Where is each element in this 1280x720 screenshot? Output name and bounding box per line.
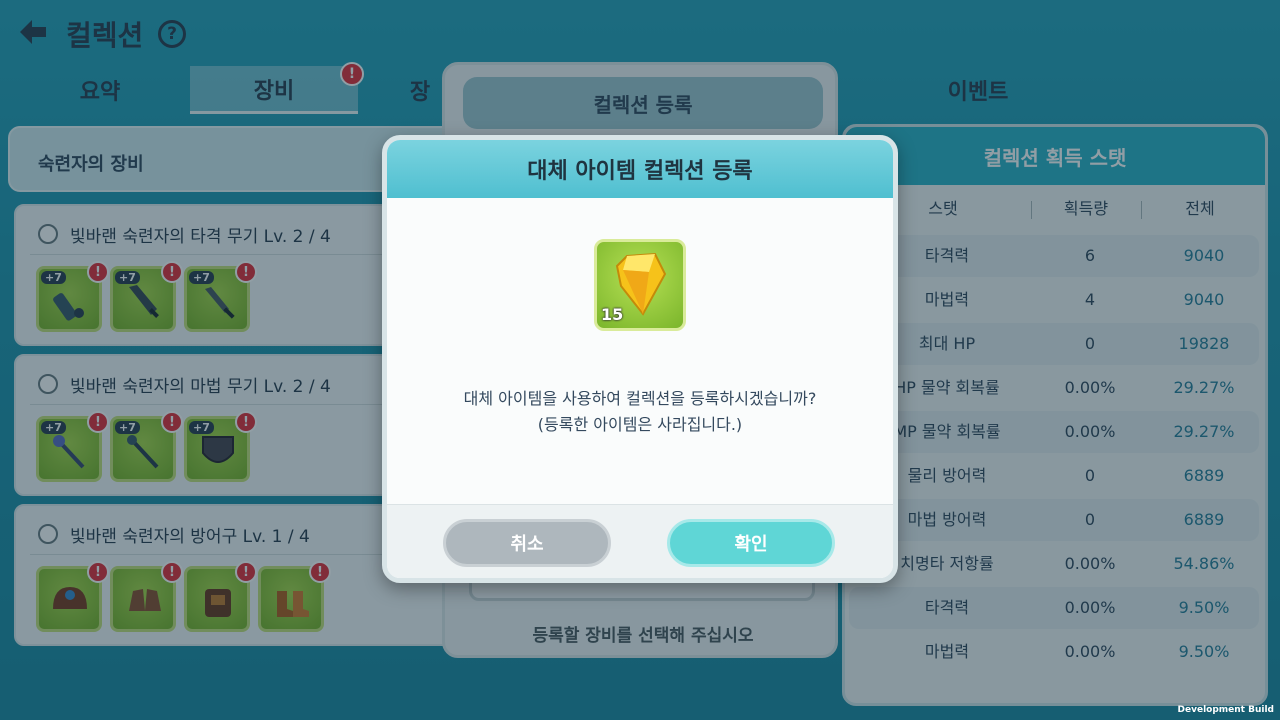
dialog-message: 대체 아이템을 사용하여 컬렉션을 등록하시겠습니까? (등록한 아이템은 사라… xyxy=(387,386,893,438)
dialog-title: 대체 아이템 컬렉션 등록 xyxy=(387,140,893,198)
substitute-item-slot: 15 xyxy=(594,239,686,331)
confirm-dialog: 대체 아이템 컬렉션 등록 15 대체 아이템을 사용하여 컬렉션을 등록하시겠… xyxy=(382,135,898,583)
item-count: 15 xyxy=(601,305,624,324)
dialog-footer: 취소 확인 xyxy=(387,504,893,578)
build-label: Development Build xyxy=(1177,705,1274,715)
dialog-message-line: 대체 아이템을 사용하여 컬렉션을 등록하시겠습니까? xyxy=(463,389,817,408)
dialog-message-line: (등록한 아이템은 사라집니다.) xyxy=(537,415,743,434)
confirm-button[interactable]: 확인 xyxy=(667,519,835,567)
cancel-button[interactable]: 취소 xyxy=(443,519,611,567)
